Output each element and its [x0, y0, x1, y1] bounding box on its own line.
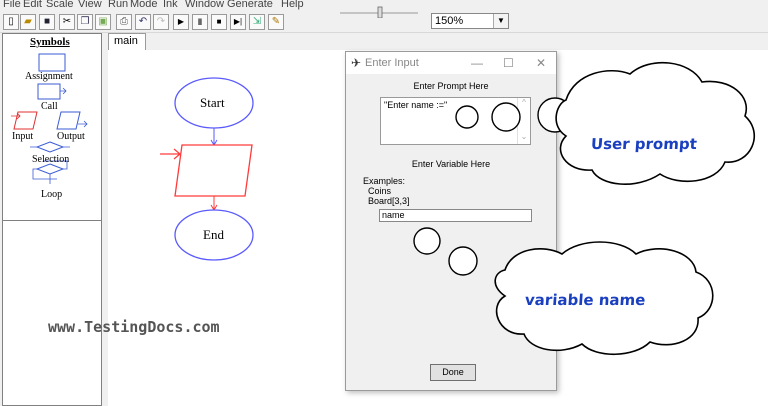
callout-overlay: [413, 61, 756, 355]
user-prompt-callout: [555, 61, 756, 185]
callout-text-variable-name: variable name: [524, 291, 647, 309]
callout-text-user-prompt: User prompt: [590, 135, 698, 153]
